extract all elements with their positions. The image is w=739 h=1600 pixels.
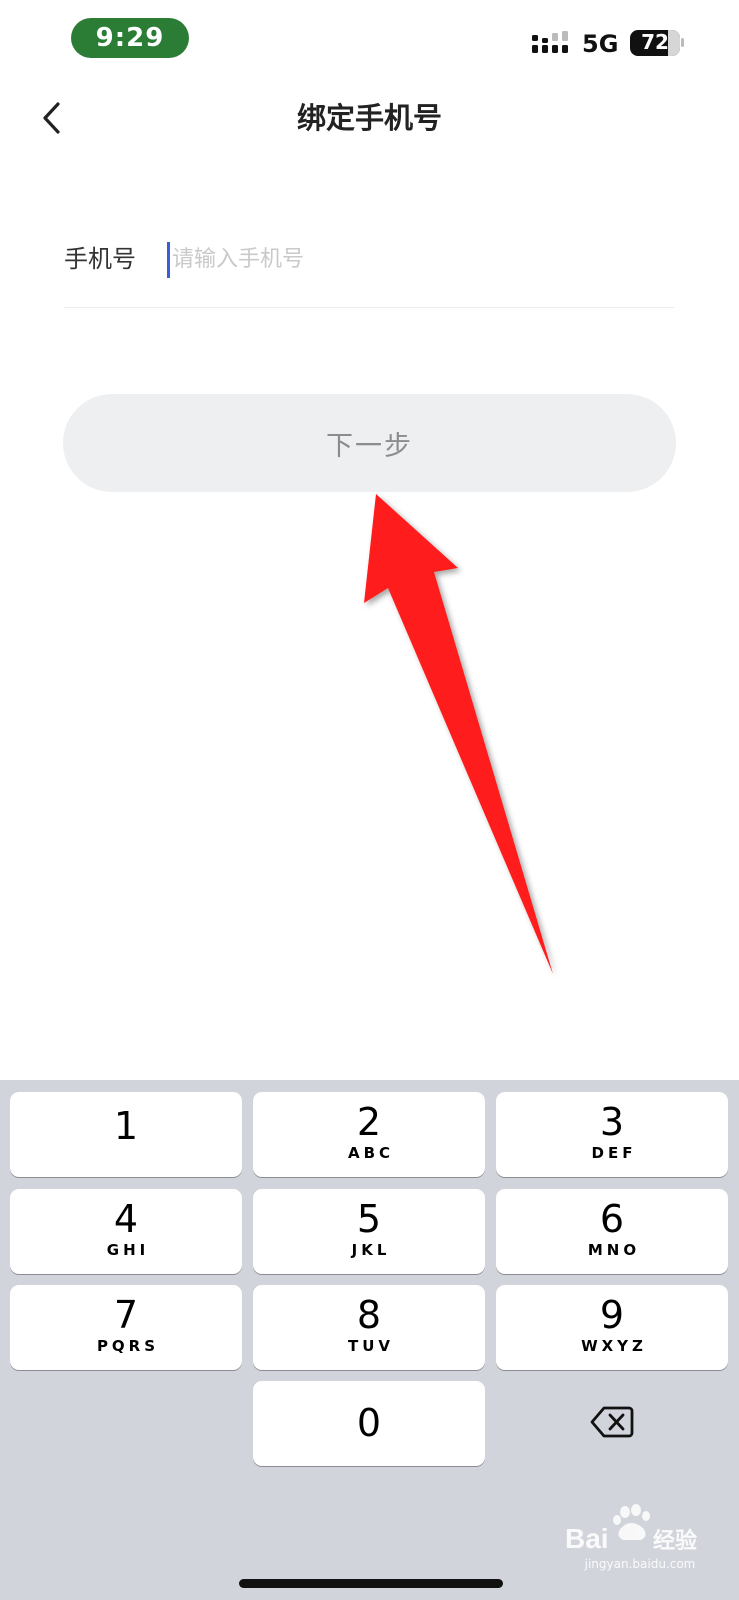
key-letters: GHI — [106, 1241, 150, 1259]
svg-text:Bai: Bai — [565, 1523, 609, 1554]
key-8[interactable]: 8 TUV — [253, 1285, 485, 1370]
red-arrow-annotation — [364, 494, 553, 974]
key-digit: 5 — [356, 1197, 382, 1241]
phone-label: 手机号 — [64, 245, 136, 273]
key-letters: DEF — [591, 1144, 637, 1162]
battery-tip — [681, 38, 684, 47]
key-digit: 1 — [113, 1104, 139, 1148]
key-digit: 6 — [599, 1197, 625, 1241]
key-digit: 0 — [356, 1401, 382, 1445]
battery-icon: 72 — [630, 30, 680, 56]
key-letters: PQRS — [96, 1337, 160, 1355]
key-1[interactable]: 1 — [10, 1092, 242, 1177]
key-letters: TUV — [347, 1337, 395, 1355]
key-digit: 3 — [599, 1100, 625, 1144]
key-7[interactable]: 7 PQRS — [10, 1285, 242, 1370]
next-step-button[interactable]: 下一步 — [63, 394, 676, 492]
key-digit: 7 — [113, 1293, 139, 1337]
svg-text:经验: 经验 — [653, 1528, 697, 1554]
key-4[interactable]: 4 GHI — [10, 1189, 242, 1274]
phone-field-row: 手机号 — [64, 228, 674, 308]
key-letters: WXYZ — [581, 1337, 647, 1355]
key-6[interactable]: 6 MNO — [496, 1189, 728, 1274]
home-indicator[interactable] — [239, 1579, 503, 1588]
cellular-signal-icon — [532, 31, 568, 53]
key-letters: JKL — [351, 1241, 391, 1259]
key-letters: ABC — [347, 1144, 395, 1162]
baidu-jingyan-watermark-logo: Bai 经验 — [565, 1504, 697, 1554]
key-3[interactable]: 3 DEF — [496, 1092, 728, 1177]
phone-input[interactable] — [168, 238, 648, 280]
key-digit: 2 — [356, 1100, 382, 1144]
delete-key[interactable] — [496, 1379, 728, 1464]
network-type: 5G — [582, 30, 619, 58]
watermark-url: jingyan.baidu.com — [584, 1557, 696, 1571]
backspace-icon — [590, 1406, 634, 1437]
page-title: 绑定手机号 — [296, 101, 442, 135]
key-5[interactable]: 5 JKL — [253, 1189, 485, 1274]
key-9[interactable]: 9 WXYZ — [496, 1285, 728, 1370]
status-bar: 9:29 5G 72 — [0, 0, 739, 80]
key-digit: 4 — [113, 1197, 139, 1241]
status-time: 9:29 — [71, 18, 189, 58]
battery-level: 72 — [641, 30, 669, 54]
key-digit: 9 — [599, 1293, 625, 1337]
key-digit: 8 — [356, 1293, 382, 1337]
key-letters: MNO — [587, 1241, 641, 1259]
key-0[interactable]: 0 — [253, 1381, 485, 1466]
key-2[interactable]: 2 ABC — [253, 1092, 485, 1177]
